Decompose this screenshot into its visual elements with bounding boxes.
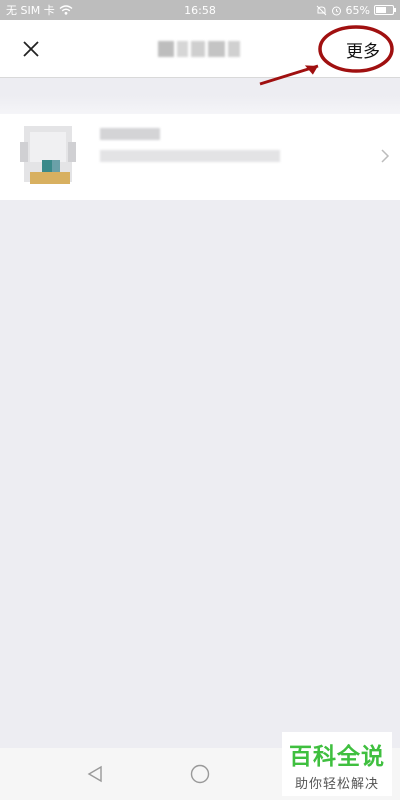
battery-percent: 65%: [345, 3, 370, 17]
watermark-subtitle: 助你轻松解决: [294, 776, 379, 792]
screen: 无 SIM 卡 16:58 65% 更多 百科全说 助你轻松解决: [0, 0, 400, 800]
carrier-text: 无 SIM 卡: [6, 4, 55, 17]
status-right: 65%: [316, 3, 396, 17]
avatar-obscured: [20, 122, 76, 188]
close-button[interactable]: [14, 32, 48, 66]
item-title-obscured: [100, 128, 160, 140]
back-triangle-icon: [87, 765, 102, 783]
battery-icon: [374, 5, 396, 15]
blurred-band: [0, 96, 400, 114]
status-bar: 无 SIM 卡 16:58 65%: [0, 0, 400, 20]
wifi-icon: [59, 5, 73, 15]
back-button[interactable]: [75, 754, 115, 794]
more-button[interactable]: 更多: [342, 34, 384, 64]
page-title-obscured: [158, 41, 241, 57]
home-button[interactable]: [180, 754, 220, 794]
item-subtitle-obscured: [100, 150, 280, 162]
home-circle-icon: [190, 764, 210, 784]
status-left: 无 SIM 卡: [6, 2, 73, 18]
silent-bell-icon: [316, 5, 326, 15]
chevron-right-icon: [381, 149, 390, 163]
watermark: 百科全说 助你轻松解决: [282, 732, 392, 796]
list-item[interactable]: [0, 114, 400, 200]
watermark-title: 百科全说: [289, 743, 385, 770]
battery-fill: [376, 7, 386, 13]
close-icon: [23, 41, 39, 57]
alarm-icon: [331, 6, 341, 15]
header: 更多: [0, 20, 400, 78]
